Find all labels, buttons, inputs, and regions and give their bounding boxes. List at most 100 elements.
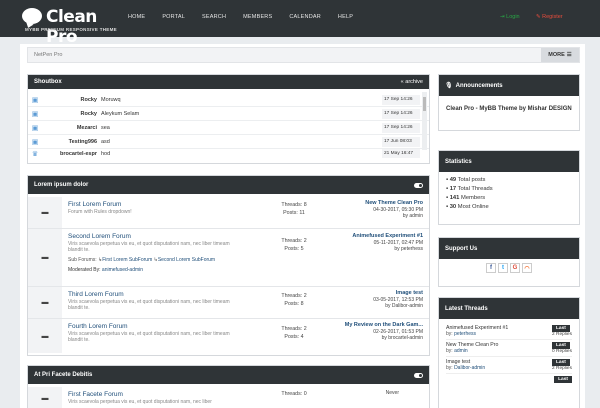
shout-user[interactable]: Rocky bbox=[42, 111, 97, 117]
rss-icon[interactable]: ◠ bbox=[522, 263, 532, 273]
latest-thread: New Theme Clean Pro by: admin Last 0 Replie… bbox=[446, 340, 572, 357]
last-post-title[interactable]: Image test bbox=[396, 290, 423, 296]
scrollbar-thumb[interactable] bbox=[423, 97, 426, 111]
last-post-title[interactable]: New Theme Clean Pro bbox=[365, 200, 423, 206]
site-logo[interactable]: Clean Pro MYBB PREMIUM RESPONSIVE THEME bbox=[20, 6, 130, 47]
page-container: NetPen Pro MORE ☰ Shoutbox « archive ▣ Roc… bbox=[20, 44, 585, 408]
last-post-author[interactable]: by Dalibor-admin bbox=[328, 303, 423, 310]
google-plus-icon[interactable]: G bbox=[510, 263, 520, 273]
shout-user[interactable]: Testing996 bbox=[42, 139, 97, 145]
announcements-title: Announcements bbox=[455, 82, 503, 89]
user-icon: ♛ bbox=[31, 150, 39, 158]
moderator-link[interactable]: animefused-admin bbox=[102, 267, 143, 273]
shout-row: ▣ Rocky Aleykum Selam 17 Sep 14:26 bbox=[28, 107, 429, 121]
breadcrumb-home[interactable]: NetPen Pro bbox=[34, 52, 62, 58]
login-icon: ⇥ bbox=[500, 14, 505, 20]
latest-thread-author[interactable]: admin bbox=[454, 348, 468, 354]
facebook-icon[interactable]: f bbox=[486, 263, 496, 273]
last-post-none: Never bbox=[385, 390, 399, 396]
folder-icon: ▬ bbox=[28, 319, 62, 353]
shout-time: 17 Sep 14:26 bbox=[382, 94, 420, 105]
forum-stats: Threads: 2 Posts: 8 bbox=[274, 292, 314, 308]
last-post-badge[interactable]: Last bbox=[552, 342, 570, 349]
shout-message: hod bbox=[101, 150, 111, 157]
last-post: Never bbox=[304, 390, 399, 397]
shout-time: 17 Sep 14:26 bbox=[382, 122, 420, 133]
subforum-link[interactable]: Second Lorem SubForum bbox=[158, 257, 215, 263]
forum-description: Viris scaevola perpetua vis eu, et quot … bbox=[68, 299, 230, 311]
nav-portal[interactable]: PORTAL bbox=[162, 14, 185, 20]
reply-count: 2 Replies bbox=[552, 366, 572, 371]
post-count: Posts: 5 bbox=[284, 246, 304, 252]
last-post-title[interactable]: Animefused Experiment #1 bbox=[352, 233, 423, 239]
forum-stats: Threads: 2 Posts: 4 bbox=[274, 325, 314, 341]
logo-bubble-icon bbox=[22, 8, 42, 24]
forum-row: ▬ Fourth Lorem Forum Viris scaevola perp… bbox=[28, 319, 429, 353]
stat-posts: ▪ 49 Total posts bbox=[446, 177, 486, 183]
collapse-toggle-icon[interactable] bbox=[414, 182, 423, 188]
login-link[interactable]: ⇥ Login bbox=[500, 14, 520, 20]
subforum-link[interactable]: First Lorem SubForum bbox=[102, 257, 152, 263]
main-nav: HOME PORTAL SEARCH MEMBERS CALENDAR HELP bbox=[128, 14, 370, 20]
last-post-author[interactable]: by brocartel-admin bbox=[328, 335, 423, 342]
latest-threads-panel: Latest Threads Animefused Experiment #1 b… bbox=[438, 297, 580, 408]
register-link[interactable]: ✎ Register bbox=[536, 14, 563, 20]
user-icon: ▣ bbox=[31, 138, 39, 146]
latest-thread-author[interactable]: peterhess bbox=[454, 331, 476, 337]
category-title[interactable]: Lorem ipsum dolor bbox=[34, 182, 88, 188]
last-post: Animefused Experiment #1 05-11-2017, 02:4… bbox=[328, 233, 423, 253]
shoutbox-scrollbar[interactable] bbox=[422, 92, 427, 150]
more-button[interactable]: MORE ☰ bbox=[541, 48, 579, 62]
announcements-header: 🎙 Announcements bbox=[439, 75, 579, 96]
users-icon: ▪ bbox=[446, 195, 449, 201]
logo-tagline: MYBB PREMIUM RESPONSIVE THEME bbox=[25, 27, 117, 32]
thread-count: Threads: 8 bbox=[281, 202, 307, 208]
thread-count: Threads: 2 bbox=[281, 293, 307, 299]
twitter-icon[interactable]: t bbox=[498, 263, 508, 273]
last-post-badge[interactable]: Last bbox=[552, 325, 570, 332]
shout-user[interactable]: brocartel-espr bbox=[42, 151, 97, 157]
last-post-badge[interactable]: Last bbox=[552, 359, 570, 366]
user-icon: ▣ bbox=[31, 110, 39, 118]
category-title[interactable]: At Pri Facete Debitis bbox=[34, 372, 92, 378]
shoutbox-archive-link[interactable]: « archive bbox=[401, 79, 423, 85]
last-post-author[interactable]: by peterhess bbox=[328, 246, 423, 253]
nav-calendar[interactable]: CALENDAR bbox=[289, 14, 321, 20]
latest-thread: Last bbox=[446, 374, 572, 385]
shoutbox-header: Shoutbox « archive bbox=[28, 75, 429, 89]
announcement-text[interactable]: Clean Pro - MyBB Theme by Mishar DESIGN bbox=[439, 96, 579, 118]
shout-user[interactable]: Rocky bbox=[42, 97, 97, 103]
shout-message: asd bbox=[101, 138, 110, 145]
threads-icon: ▪ bbox=[446, 186, 449, 192]
forum-description: Viris scaevola perpetua vis eu, et quot … bbox=[68, 241, 230, 253]
breadcrumb: NetPen Pro MORE ☰ bbox=[27, 47, 580, 63]
top-navbar: Clean Pro MYBB PREMIUM RESPONSIVE THEME … bbox=[0, 0, 600, 47]
shout-row: ▣ Testing996 asd 17 Jun 08:03 bbox=[28, 135, 429, 149]
moderators: Moderated By: animefused-admin bbox=[68, 267, 144, 273]
nav-help[interactable]: HELP bbox=[338, 14, 353, 20]
shout-time: 21 May 16:47 bbox=[382, 149, 420, 158]
shout-time: 17 Jun 08:03 bbox=[382, 136, 420, 147]
shoutbox-panel: Shoutbox « archive ▣ Rocky Moruwq 17 Sep 14… bbox=[27, 74, 430, 164]
forum-description: Viris scaevola perpetua vis eu, et quot … bbox=[68, 399, 212, 405]
announcements-panel: 🎙 Announcements Clean Pro - MyBB Theme by… bbox=[438, 74, 580, 131]
nav-search[interactable]: SEARCH bbox=[202, 14, 226, 20]
latest-thread-author[interactable]: Dalibor-admin bbox=[454, 365, 485, 371]
latest-thread: Animefused Experiment #1 by: peterhess Las… bbox=[446, 323, 572, 340]
collapse-toggle-icon[interactable] bbox=[414, 372, 423, 378]
support-panel: Support Us f t G ◠ bbox=[438, 237, 580, 287]
shout-row: ▣ Mezarci sea 17 Sep 14:26 bbox=[28, 121, 429, 135]
shoutbox-title: Shoutbox bbox=[34, 79, 62, 85]
last-post-badge[interactable]: Last bbox=[554, 376, 572, 383]
nav-home[interactable]: HOME bbox=[128, 14, 145, 20]
forum-stats: Threads: 8 Posts: 11 bbox=[274, 201, 314, 217]
category-panel: At Pri Facete Debitis ▬ First Facete For… bbox=[27, 365, 430, 408]
shout-user[interactable]: Mezarci bbox=[42, 125, 97, 131]
last-post-title[interactable]: My Review on the Dark Gam... bbox=[345, 322, 423, 328]
reply-count: 0 Replies bbox=[552, 349, 572, 354]
nav-members[interactable]: MEMBERS bbox=[243, 14, 272, 20]
forum-row: ▬ First Lorem Forum Forum with Rules dro… bbox=[28, 197, 429, 229]
latest-thread: Image test by: Dalibor-admin Last 2 Replies bbox=[446, 357, 572, 374]
menu-icon: ☰ bbox=[566, 52, 572, 58]
last-post-author[interactable]: by admin bbox=[328, 213, 423, 220]
